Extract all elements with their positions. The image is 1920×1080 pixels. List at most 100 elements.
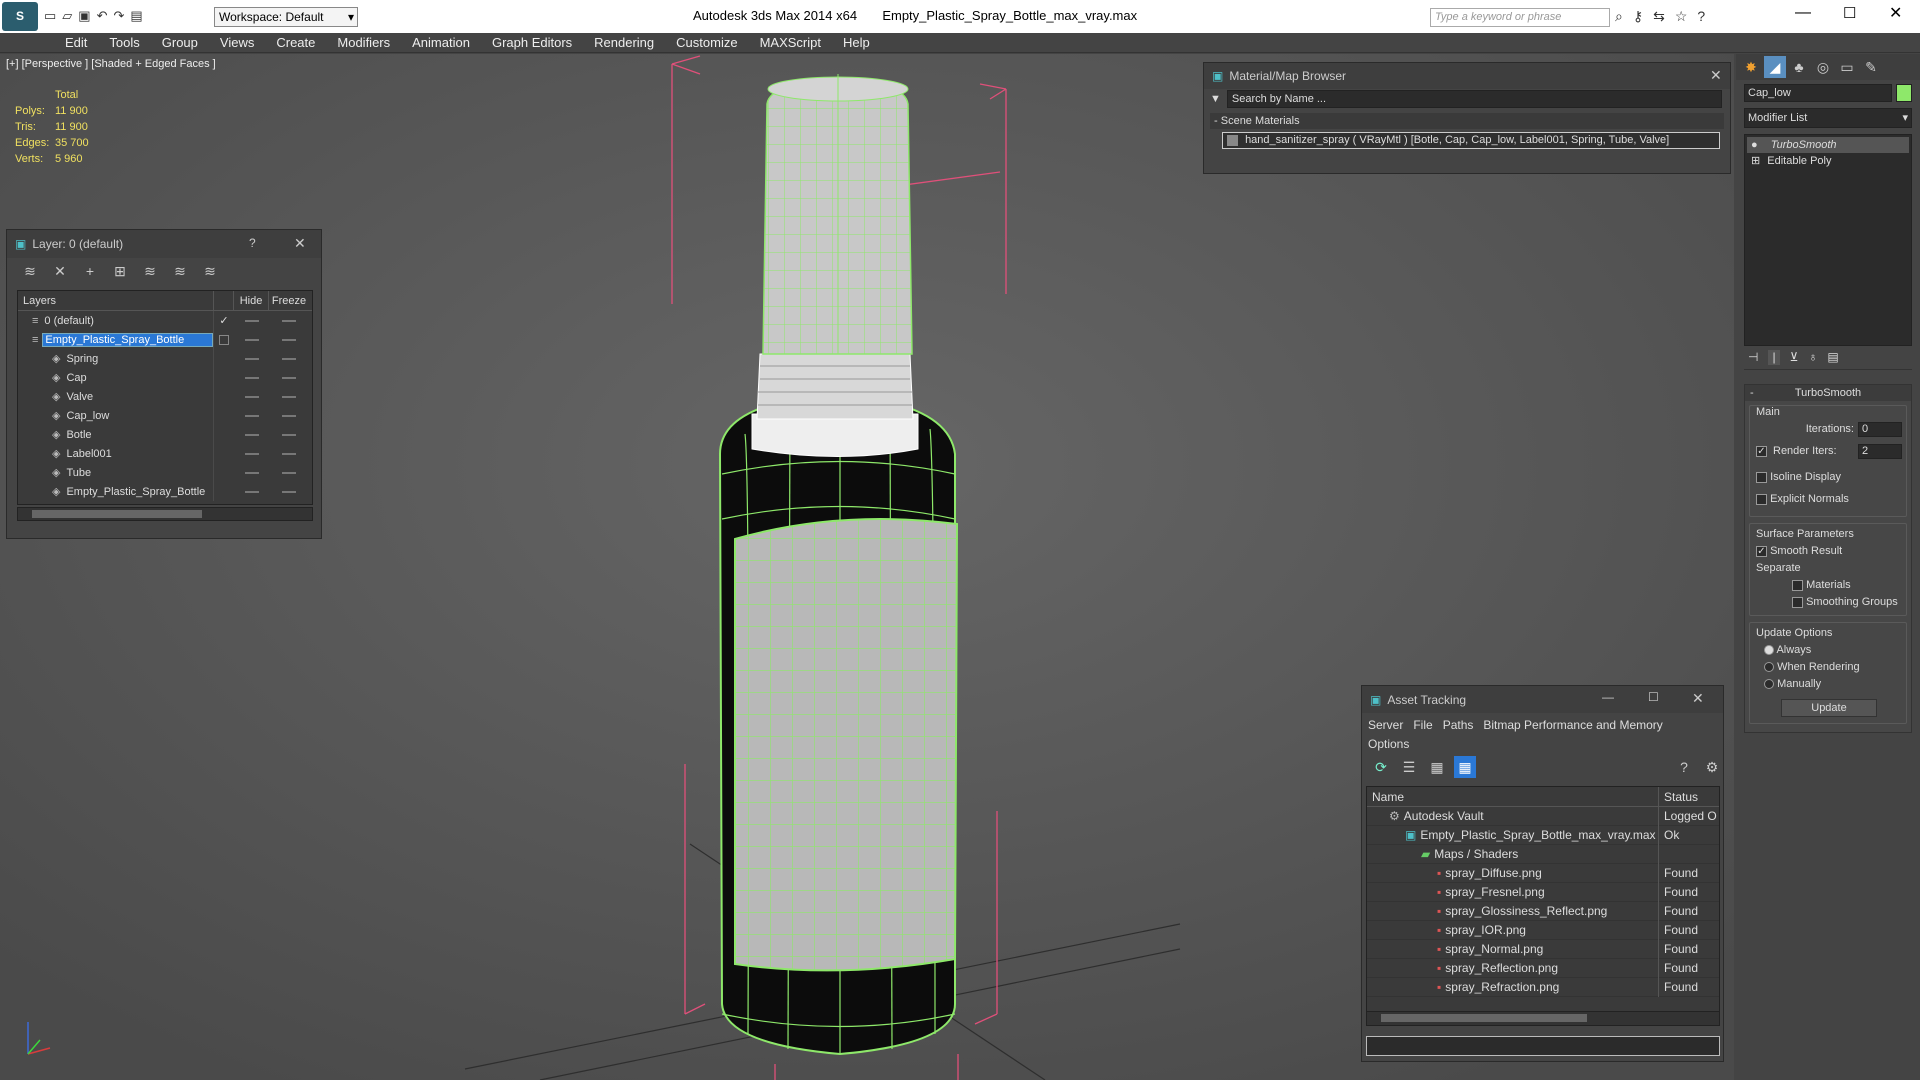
app-logo-button[interactable]: S (2, 2, 38, 31)
lightbulb-icon[interactable]: ● (1751, 139, 1758, 151)
freeze-toggle[interactable] (282, 490, 296, 493)
asset-hscrollbar[interactable] (1367, 1011, 1719, 1025)
key-icon[interactable]: ⚷ (1633, 8, 1643, 25)
layer-object-row[interactable]: ◈ Empty_Plastic_Spray_Bottle (18, 482, 312, 501)
new-file-icon[interactable]: ▭ (44, 8, 56, 26)
active-layer-check-icon[interactable]: ✓ (219, 315, 228, 327)
menu-customize[interactable]: Customize (665, 33, 748, 53)
hide-toggle[interactable] (244, 414, 259, 417)
asset-menu-bitmap-performance-and-memory[interactable]: Bitmap Performance and Memory (1483, 718, 1662, 732)
exchange-icon[interactable]: ⇆ (1653, 8, 1665, 25)
modify-tab-icon[interactable]: ◢ (1764, 56, 1786, 78)
always-radio[interactable] (1764, 645, 1774, 656)
menu-edit[interactable]: Edit (54, 33, 98, 53)
asset-row[interactable]: ▪ spray_Normal.png Found (1367, 939, 1719, 959)
layers-icon[interactable]: ≋ (19, 260, 41, 282)
hierarchy-tab-icon[interactable]: ♣ (1788, 56, 1810, 78)
settings-icon[interactable]: ⚙ (1701, 756, 1723, 778)
show-end-result-icon[interactable]: | (1768, 350, 1780, 365)
manually-radio[interactable] (1764, 679, 1774, 690)
menu-animation[interactable]: Animation (401, 33, 481, 53)
pin-stack-icon[interactable]: ⊣ (1748, 350, 1758, 365)
asset-menu-paths[interactable]: Paths (1443, 718, 1474, 732)
display-tab-icon[interactable]: ▭ (1836, 56, 1858, 78)
redo-icon[interactable]: ↷ (114, 8, 125, 26)
close-button[interactable]: ✕ (1889, 3, 1902, 23)
object-name-field[interactable]: Cap_low (1744, 84, 1892, 102)
rollout-header[interactable]: - TurboSmooth (1745, 385, 1911, 401)
select-layer-icon[interactable]: ⊞ (109, 260, 131, 282)
make-unique-icon[interactable]: ⊻ (1790, 350, 1799, 365)
layer-hscrollbar[interactable] (17, 507, 313, 521)
list-icon[interactable]: ☰ (1398, 756, 1420, 778)
asset-row[interactable]: ▣ Empty_Plastic_Spray_Bottle_max_vray.max… (1367, 825, 1719, 845)
viewport-label[interactable]: [+] [Perspective ] [Shaded + Edged Faces… (6, 58, 216, 70)
layer-object-row[interactable]: ◈ Cap (18, 368, 312, 387)
stack-item-editable-poly[interactable]: ⊞ Editable Poly (1747, 153, 1909, 169)
asset-menu-options[interactable]: Options (1368, 735, 1717, 754)
freeze-toggle[interactable] (282, 357, 296, 360)
table-view-icon[interactable]: ▦ (1454, 756, 1476, 778)
object-color-swatch[interactable] (1896, 84, 1912, 102)
expand-icon[interactable]: ⊞ (1751, 155, 1760, 167)
layer-window-header[interactable]: ▣ Layer: 0 (default) ? ✕ (7, 230, 321, 258)
freeze-toggle[interactable] (282, 376, 296, 379)
workspace-dropdown[interactable]: Workspace: Default ▾ (214, 7, 358, 27)
freeze-toggle[interactable] (282, 338, 296, 341)
close-icon[interactable]: ✕ (1710, 67, 1722, 84)
asset-row[interactable]: ▰ Maps / Shaders (1367, 844, 1719, 864)
col-status[interactable]: Status (1659, 787, 1698, 806)
hide-toggle[interactable] (244, 338, 259, 341)
asset-row[interactable]: ⚙ Autodesk Vault Logged O (1367, 806, 1719, 826)
stack-item-turbosmooth[interactable]: ● TurboSmooth (1747, 137, 1909, 153)
layer-object-row[interactable]: ◈ Cap_low (18, 406, 312, 425)
material-search-input[interactable]: Search by Name ... (1226, 90, 1722, 108)
add-icon[interactable]: + (79, 260, 101, 282)
layer-object-row[interactable]: ◈ Valve (18, 387, 312, 406)
menu-group[interactable]: Group (151, 33, 209, 53)
binoculars-icon[interactable]: ⌕ (1615, 8, 1623, 25)
create-tab-icon[interactable]: ✸ (1740, 56, 1762, 78)
configure-sets-icon[interactable]: ▤ (1827, 350, 1838, 365)
material-entry[interactable]: hand_sanitizer_spray ( VRayMtl ) [Botle,… (1222, 132, 1720, 149)
layer-object-row[interactable]: ◈ Tube (18, 463, 312, 482)
hide-all-icon[interactable]: ≋ (169, 260, 191, 282)
menu-views[interactable]: Views (209, 33, 265, 53)
modifier-list-dropdown[interactable]: Modifier List ▾ (1744, 108, 1912, 128)
freeze-toggle[interactable] (282, 395, 296, 398)
hide-toggle[interactable] (244, 490, 259, 493)
menu-rendering[interactable]: Rendering (583, 33, 665, 53)
material-browser-header[interactable]: ▣ Material/Map Browser ✕ (1204, 63, 1730, 89)
layer-object-row[interactable]: ◈ Botle (18, 425, 312, 444)
asset-menu-server[interactable]: Server (1368, 718, 1403, 732)
smooth-result-checkbox[interactable]: ✓ (1756, 545, 1767, 557)
asset-row[interactable]: ▪ spray_Refraction.png Found (1367, 977, 1719, 997)
hide-toggle[interactable] (244, 319, 259, 322)
remove-modifier-icon[interactable]: ♁ (1808, 350, 1817, 365)
close-icon[interactable]: ✕ (1692, 690, 1704, 707)
help-icon[interactable]: ? (1697, 8, 1705, 25)
col-layers[interactable]: Layers (18, 291, 214, 310)
iterations-spinner[interactable]: 0 (1858, 421, 1902, 437)
freeze-toggle[interactable] (282, 471, 296, 474)
utilities-tab-icon[interactable]: ✎ (1860, 56, 1882, 78)
smoothing-groups-checkbox[interactable] (1792, 596, 1803, 608)
layer-row[interactable]: ≡ Empty_Plastic_Spray_Bottle (18, 330, 312, 349)
undo-icon[interactable]: ↶ (97, 8, 108, 26)
save-icon[interactable]: ▣ (78, 8, 90, 26)
update-button[interactable]: Update (1781, 699, 1877, 717)
help-icon[interactable]: ? (249, 236, 256, 250)
motion-tab-icon[interactable]: ◎ (1812, 56, 1834, 78)
minimize-icon[interactable]: — (1602, 690, 1614, 704)
explicit-normals-checkbox[interactable] (1756, 493, 1767, 505)
when-rendering-radio[interactable] (1764, 662, 1774, 673)
materials-checkbox[interactable] (1792, 579, 1803, 591)
layer-object-row[interactable]: ◈ Spring (18, 349, 312, 368)
freeze-toggle[interactable] (282, 319, 296, 322)
layer-row[interactable]: ≡ 0 (default) ✓ (18, 311, 312, 330)
maximize-button[interactable]: ☐ (1843, 4, 1856, 22)
asset-row[interactable]: ▪ spray_Glossiness_Reflect.png Found (1367, 901, 1719, 921)
hide-toggle[interactable] (244, 357, 259, 360)
asset-tracking-header[interactable]: ▣ Asset Tracking — ☐ ✕ (1362, 686, 1723, 713)
asset-row[interactable]: ▪ spray_Fresnel.png Found (1367, 882, 1719, 902)
